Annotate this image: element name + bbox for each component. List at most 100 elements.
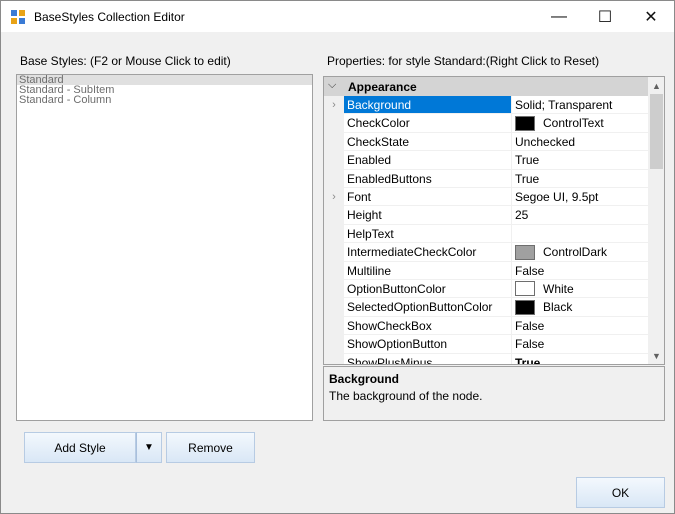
property-name[interactable]: Enabled xyxy=(344,151,511,170)
property-value[interactable]: False xyxy=(511,316,648,336)
scroll-up-icon[interactable]: ▲ xyxy=(648,77,664,94)
property-row-showplusminus[interactable]: ShowPlusMinus True xyxy=(324,353,648,364)
property-value-text: Black xyxy=(543,300,573,315)
property-row-selectedoptionbuttoncolor[interactable]: SelectedOptionButtonColor Black xyxy=(324,298,648,317)
scroll-thumb[interactable] xyxy=(650,94,663,169)
row-gutter xyxy=(324,243,344,262)
collapse-chevron-icon[interactable]: ⌵ xyxy=(328,79,336,92)
expand-chevron-icon[interactable]: › xyxy=(324,96,344,115)
minimize-icon[interactable]: — xyxy=(536,1,582,32)
add-style-button[interactable]: Add Style xyxy=(24,432,136,463)
property-value-text: Unchecked xyxy=(515,134,576,149)
row-gutter xyxy=(324,316,344,336)
close-icon[interactable]: ✕ xyxy=(628,1,674,32)
property-row-font[interactable]: › Font Segoe UI, 9.5pt xyxy=(324,188,648,207)
property-name[interactable]: Multiline xyxy=(344,262,511,280)
scroll-down-icon[interactable]: ▼ xyxy=(648,347,664,364)
chevron-down-icon: ▼ xyxy=(144,442,154,453)
properties-label: Properties: for style Standard:(Right Cl… xyxy=(327,54,600,68)
color-swatch xyxy=(515,299,535,315)
property-value[interactable]: Solid; Transparent xyxy=(511,96,648,115)
property-name[interactable]: Background xyxy=(344,96,511,115)
property-name[interactable]: Font xyxy=(344,188,511,207)
property-row-checkstate[interactable]: CheckState Unchecked xyxy=(324,132,648,152)
property-row-enabledbuttons[interactable]: EnabledButtons True xyxy=(324,169,648,188)
color-swatch xyxy=(515,244,535,260)
property-value-text: True xyxy=(515,171,540,186)
property-row-showoptionbutton[interactable]: ShowOptionButton False xyxy=(324,335,648,354)
base-styles-list[interactable]: Standard Standard - SubItem Standard - C… xyxy=(16,74,313,421)
title-bar[interactable]: BaseStyles Collection Editor — ☐ ✕ xyxy=(1,1,674,32)
row-gutter xyxy=(324,132,344,152)
property-value-text: ControlText xyxy=(543,116,604,131)
property-value[interactable]: White xyxy=(511,280,648,299)
property-row-showcheckbox[interactable]: ShowCheckBox False xyxy=(324,316,648,336)
property-name[interactable]: Height xyxy=(344,206,511,225)
property-grid[interactable]: ⌵ Appearance › Background Solid; Transpare… xyxy=(323,76,665,365)
app-icon xyxy=(10,9,26,25)
property-name[interactable]: OptionButtonColor xyxy=(344,280,511,299)
property-name[interactable]: IntermediateCheckColor xyxy=(344,243,511,262)
property-value[interactable]: ControlDark xyxy=(511,243,648,262)
property-name[interactable]: CheckColor xyxy=(344,114,511,133)
property-value[interactable]: Segoe UI, 9.5pt xyxy=(511,188,648,207)
row-gutter xyxy=(324,335,344,354)
property-value-text: Solid; Transparent xyxy=(515,98,613,112)
property-name[interactable]: ShowCheckBox xyxy=(344,317,511,336)
expand-chevron-icon[interactable]: › xyxy=(324,188,344,207)
color-swatch xyxy=(515,281,535,297)
property-value[interactable]: ControlText xyxy=(511,114,648,133)
property-name[interactable]: CheckState xyxy=(344,133,511,152)
add-style-dropdown-button[interactable]: ▼ xyxy=(136,432,162,463)
property-grid-scrollbar[interactable]: ▲ ▼ xyxy=(648,77,664,364)
row-gutter xyxy=(324,224,344,244)
property-row-enabled[interactable]: Enabled True xyxy=(324,151,648,170)
help-panel: Background The background of the node. xyxy=(323,366,665,421)
property-row-background[interactable]: › Background Solid; Transparent xyxy=(324,96,648,115)
property-row-multiline[interactable]: Multiline False xyxy=(324,261,648,280)
category-row-appearance[interactable]: ⌵ Appearance xyxy=(324,77,648,96)
row-gutter xyxy=(324,169,344,188)
property-row-helptext[interactable]: HelpText xyxy=(324,224,648,244)
property-name[interactable]: HelpText xyxy=(344,225,511,244)
property-value-text: True xyxy=(515,355,541,364)
row-gutter xyxy=(324,353,344,364)
property-value[interactable]: 25 xyxy=(511,206,648,225)
property-value-text: Segoe UI, 9.5pt xyxy=(515,190,599,204)
property-row-checkcolor[interactable]: CheckColor ControlText xyxy=(324,114,648,133)
row-gutter xyxy=(324,151,344,170)
list-item-standard-column[interactable]: Standard - Column xyxy=(17,95,312,106)
collection-editor-window: BaseStyles Collection Editor — ☐ ✕ Base … xyxy=(0,0,675,514)
row-gutter xyxy=(324,114,344,133)
ok-button[interactable]: OK xyxy=(576,477,665,508)
property-value-text: White xyxy=(543,282,574,296)
window-title: BaseStyles Collection Editor xyxy=(34,10,185,24)
property-value[interactable]: True xyxy=(511,151,648,170)
remove-button[interactable]: Remove xyxy=(166,432,255,463)
property-value[interactable]: True xyxy=(511,353,648,364)
maximize-icon[interactable]: ☐ xyxy=(582,1,628,32)
property-name[interactable]: ShowPlusMinus xyxy=(344,354,511,364)
base-styles-label: Base Styles: (F2 or Mouse Click to edit) xyxy=(20,54,231,68)
row-gutter xyxy=(324,261,344,280)
property-value[interactable]: Black xyxy=(511,298,648,317)
property-name[interactable]: SelectedOptionButtonColor xyxy=(344,298,511,317)
property-value[interactable]: True xyxy=(511,169,648,188)
property-value-text: False xyxy=(515,263,545,278)
property-row-intermediatecheckcolor[interactable]: IntermediateCheckColor ControlDark xyxy=(324,243,648,262)
property-value-text: 25 xyxy=(515,208,529,223)
property-value-text: ControlDark xyxy=(543,245,608,260)
property-value[interactable]: False xyxy=(511,261,648,280)
property-row-height[interactable]: Height 25 xyxy=(324,206,648,225)
property-value[interactable]: Unchecked xyxy=(511,132,648,152)
property-name[interactable]: ShowOptionButton xyxy=(344,335,511,354)
row-gutter xyxy=(324,280,344,299)
category-name: Appearance xyxy=(348,80,417,94)
property-value[interactable] xyxy=(511,224,648,244)
property-value-text: False xyxy=(515,337,545,352)
property-row-optionbuttoncolor[interactable]: OptionButtonColor White xyxy=(324,280,648,299)
property-rows: ⌵ Appearance › Background Solid; Transpare… xyxy=(324,77,648,364)
property-value-text: False xyxy=(515,318,545,333)
property-value[interactable]: False xyxy=(511,335,648,354)
property-name[interactable]: EnabledButtons xyxy=(344,170,511,188)
